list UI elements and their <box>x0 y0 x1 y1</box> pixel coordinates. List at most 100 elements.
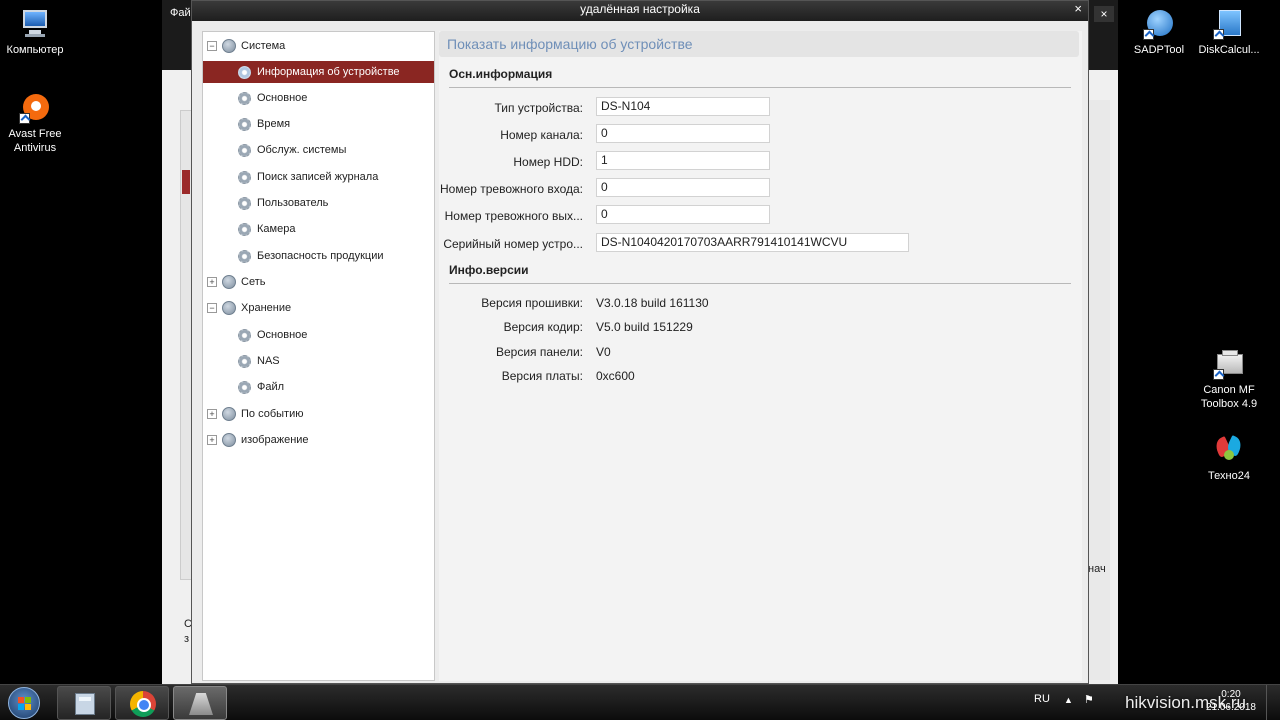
tree-item-label: Файл <box>257 381 285 393</box>
encoder-version-label: Версия кодир: <box>503 320 583 334</box>
desktop-icon-computer[interactable]: Компьютер <box>0 8 73 57</box>
expand-icon[interactable]: + <box>207 277 217 287</box>
tree-item-image[interactable]: + изображение <box>203 429 434 451</box>
collapse-icon[interactable]: − <box>207 303 217 313</box>
tree-item-file[interactable]: Файл <box>203 376 434 398</box>
background-window-menu-fragment[interactable]: Фай <box>170 7 191 19</box>
gear-icon <box>238 66 251 79</box>
avast-icon <box>19 92 51 124</box>
globe-icon <box>222 275 236 289</box>
tree-item-label: Система <box>241 40 286 52</box>
dialog-titlebar[interactable]: удалённая настройка × <box>192 1 1088 21</box>
start-button[interactable] <box>8 687 40 719</box>
panel-version-value: V0 <box>596 345 611 359</box>
board-version-value: 0xc600 <box>596 369 635 383</box>
device-type-field[interactable]: DS-N104 <box>596 97 770 116</box>
desktop-icon-diskcalc[interactable]: DiskCalcul... <box>1191 8 1267 57</box>
desktop-icon-label: SADPTool <box>1133 44 1185 56</box>
expand-icon[interactable]: + <box>207 435 217 445</box>
canon-toolbox-icon <box>1213 348 1245 380</box>
tree-item-camera[interactable]: Камера <box>203 218 434 240</box>
desktop-icon-sadptool[interactable]: SADPTool <box>1121 8 1197 57</box>
firmware-version-label: Версия прошивки: <box>481 296 583 310</box>
background-window-right-text: нач <box>1088 563 1106 575</box>
hdd-number-field[interactable]: 1 <box>596 151 770 170</box>
page-title: Показать информацию об устройстве <box>439 31 1079 57</box>
gear-icon <box>238 171 251 184</box>
tree-item-network[interactable]: + Сеть <box>203 271 434 293</box>
gear-icon <box>238 223 251 236</box>
tree-item-system-basic[interactable]: Основное <box>203 87 434 109</box>
desktop-icon-label: Компьютер <box>6 44 64 56</box>
clock-time: 0:20 <box>1221 689 1241 700</box>
tree-item-label: Основное <box>257 92 308 104</box>
background-window-selection-marker <box>182 170 190 194</box>
action-center-flag-icon[interactable]: ⚑ <box>1084 693 1094 706</box>
globe-icon <box>222 433 236 447</box>
panel-version-label: Версия панели: <box>496 345 583 359</box>
tree-item-label: Безопасность продукции <box>257 250 384 262</box>
channel-number-field[interactable]: 0 <box>596 124 770 143</box>
diskcalc-icon <box>1213 8 1245 40</box>
tree-item-nas[interactable]: NAS <box>203 350 434 372</box>
gear-icon <box>238 329 251 342</box>
tree-item-label: Время <box>257 118 291 130</box>
serial-number-field[interactable]: DS-N1040420170703AARR791410141WCVU <box>596 233 909 252</box>
desktop-icon-canon[interactable]: Canon MF Toolbox 4.9 <box>1191 348 1267 411</box>
tree-item-product-security[interactable]: Безопасность продукции <box>203 245 434 267</box>
tree-item-events[interactable]: + По событию <box>203 403 434 425</box>
encoder-version-value: V5.0 build 151229 <box>596 320 693 334</box>
clock-date: 21.06.2018 <box>1205 702 1256 713</box>
gear-icon <box>238 92 251 105</box>
tree-item-label: Хранение <box>241 302 292 314</box>
device-type-label: Тип устройства: <box>494 101 584 115</box>
show-desktop-button[interactable] <box>1266 685 1280 720</box>
taskbar-chrome[interactable] <box>115 686 169 720</box>
tree-item-user[interactable]: Пользователь <box>203 192 434 214</box>
dialog-close-button[interactable]: × <box>1074 1 1082 17</box>
tree-item-system[interactable]: − Система <box>203 35 434 57</box>
section-divider <box>449 87 1071 88</box>
config-tree[interactable]: − Система Информация об устройстве Основ… <box>202 31 435 681</box>
tray-overflow-icon[interactable]: ▲ <box>1064 695 1073 705</box>
tree-item-log-search[interactable]: Поиск записей журнала <box>203 166 434 188</box>
tree-item-label: Камера <box>257 223 296 235</box>
alarm-input-label: Номер тревожного входа: <box>439 182 583 196</box>
taskbar-calculator[interactable] <box>57 686 111 720</box>
hdd-number-label: Номер HDD: <box>513 155 583 169</box>
tree-item-label: изображение <box>241 434 309 446</box>
taskbar-ivms[interactable] <box>173 686 227 720</box>
alarm-output-field[interactable]: 0 <box>596 205 770 224</box>
remote-config-dialog[interactable]: удалённая настройка × − Система Информац… <box>191 0 1089 684</box>
camera-app-icon <box>189 693 213 715</box>
language-indicator[interactable]: RU <box>1034 693 1050 705</box>
tree-item-label: Поиск записей журнала <box>257 171 379 183</box>
background-window-close-button[interactable]: × <box>1094 6 1114 22</box>
alarm-input-field[interactable]: 0 <box>596 178 770 197</box>
gear-icon <box>238 355 251 368</box>
tree-item-label: Пользователь <box>257 197 329 209</box>
tree-item-storage-basic[interactable]: Основное <box>203 324 434 346</box>
gear-icon <box>238 144 251 157</box>
desktop-icon-avast[interactable]: Avast Free Antivirus <box>0 92 73 155</box>
globe-icon <box>222 301 236 315</box>
system-clock[interactable]: 0:20 21.06.2018 <box>1206 688 1256 714</box>
tree-item-label: Обслуж. системы <box>257 144 347 156</box>
tree-item-maintenance[interactable]: Обслуж. системы <box>203 139 434 161</box>
calculator-icon <box>75 693 95 715</box>
firmware-version-value: V3.0.18 build 161130 <box>596 296 709 310</box>
tree-item-storage[interactable]: − Хранение <box>203 297 434 319</box>
section-divider <box>449 283 1071 284</box>
tree-item-time[interactable]: Время <box>203 113 434 135</box>
collapse-icon[interactable]: − <box>207 41 217 51</box>
device-info-panel: Показать информацию об устройстве Осн.ин… <box>439 31 1082 681</box>
computer-icon <box>19 8 51 40</box>
tree-item-device-info[interactable]: Информация об устройстве <box>203 61 434 83</box>
desktop-icon-label: Canon MF Toolbox 4.9 <box>1200 384 1258 410</box>
expand-icon[interactable]: + <box>207 409 217 419</box>
chrome-icon <box>130 691 156 717</box>
background-window-right-panel <box>1088 100 1110 680</box>
sadptool-icon <box>1143 8 1175 40</box>
desktop-icon-tehno24[interactable]: Техно24 <box>1191 434 1267 483</box>
tree-item-label: Информация об устройстве <box>257 66 400 78</box>
